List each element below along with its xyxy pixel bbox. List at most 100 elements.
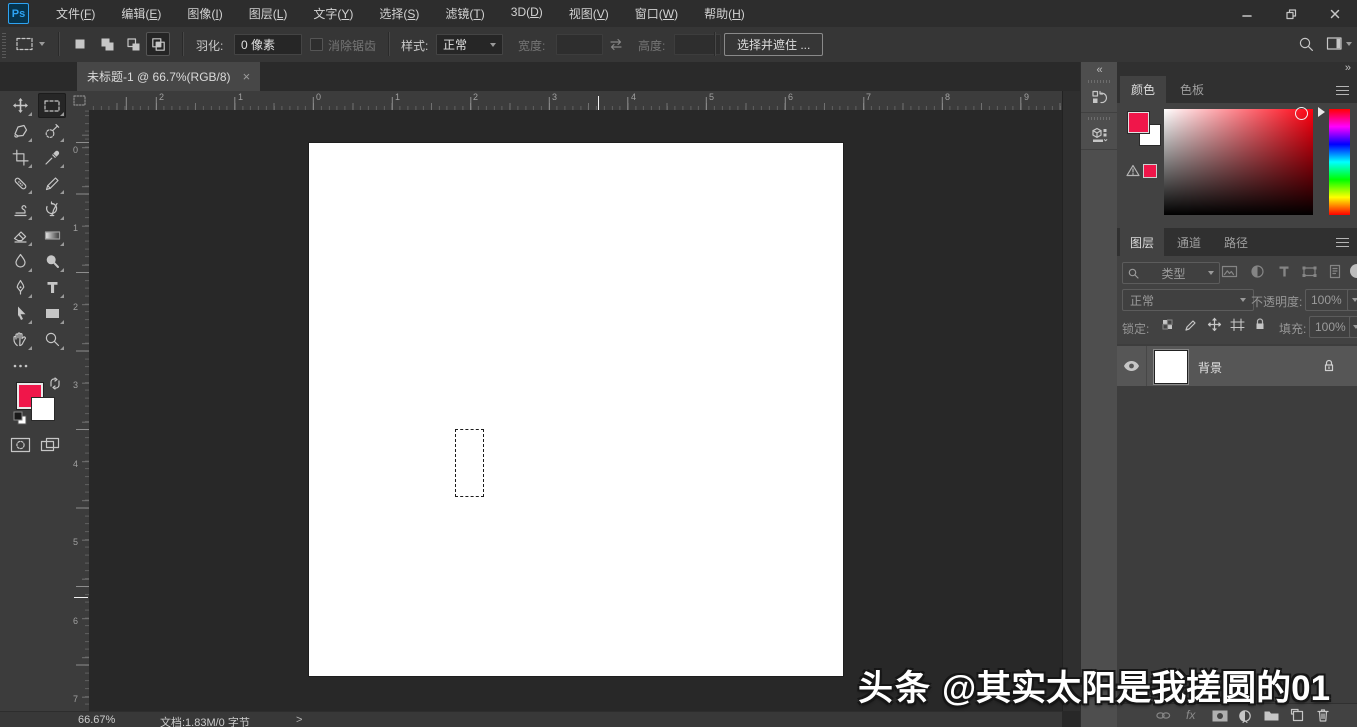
clone-stamp-tool-button[interactable] [6, 197, 34, 222]
quick-mask-mode-button[interactable] [10, 436, 31, 454]
lock-transparency-icon[interactable] [1161, 318, 1175, 332]
zoom-tool-button[interactable] [38, 327, 66, 352]
layer-row-background[interactable]: 背景 [1117, 346, 1357, 386]
panel-menu-icon[interactable] [1336, 86, 1349, 95]
vertical-ruler[interactable]: 0 1 2 3 4 5 6 7 [70, 110, 90, 711]
tab-channels[interactable]: 通道 [1167, 228, 1211, 256]
dock-grip-handle[interactable] [1088, 117, 1112, 120]
menu-window[interactable]: 窗口(W) [622, 0, 691, 27]
menu-file[interactable]: 文件(F) [43, 0, 108, 27]
eyedropper-tool-button[interactable] [38, 145, 66, 170]
filter-adjustment-layers-icon[interactable] [1250, 264, 1265, 279]
lock-position-icon[interactable] [1207, 317, 1222, 332]
hue-slider[interactable] [1329, 109, 1350, 215]
properties-3d-panel-icon[interactable] [1085, 122, 1114, 148]
add-layer-mask-icon[interactable] [1211, 709, 1229, 723]
menu-type[interactable]: 文字(Y) [300, 0, 366, 27]
filter-type-layers-icon[interactable] [1277, 264, 1291, 279]
foreground-color-well[interactable] [1127, 111, 1150, 134]
saturation-brightness-field[interactable] [1164, 107, 1313, 215]
lock-all-icon[interactable] [1253, 317, 1267, 331]
subtract-from-selection-mode-button[interactable] [121, 32, 145, 56]
spot-healing-brush-tool-button[interactable] [6, 171, 34, 196]
lock-pixels-icon[interactable] [1184, 318, 1198, 332]
horizontal-ruler[interactable]: 2 1 0 1 2 3 4 5 6 7 8 9 [89, 91, 1062, 111]
tab-swatches[interactable]: 色板 [1169, 76, 1215, 103]
menu-image[interactable]: 图像(I) [174, 0, 235, 27]
rectangle-shape-tool-button[interactable] [38, 301, 66, 326]
screen-mode-button[interactable] [40, 436, 62, 454]
width-input[interactable] [556, 34, 603, 55]
search-icon[interactable] [1298, 36, 1315, 53]
feather-input[interactable]: 0 像素 [234, 34, 302, 55]
add-to-selection-mode-button[interactable] [95, 32, 119, 56]
link-layers-icon[interactable] [1155, 710, 1172, 721]
gamut-color-chip[interactable] [1143, 164, 1157, 178]
layer-name[interactable]: 背景 [1198, 359, 1222, 376]
type-tool-button[interactable] [38, 275, 66, 300]
active-tool-preset[interactable] [15, 35, 45, 53]
new-adjustment-layer-icon[interactable] [1238, 709, 1252, 723]
dock-grip-handle[interactable] [1088, 80, 1112, 83]
options-grip-handle[interactable] [2, 31, 6, 58]
fill-dropdown-icon[interactable] [1349, 316, 1357, 338]
gradient-tool-button[interactable] [38, 223, 66, 248]
selection-marquee[interactable] [455, 429, 484, 497]
menu-edit[interactable]: 编辑(E) [108, 0, 174, 27]
rectangular-marquee-tool-button[interactable] [38, 93, 66, 118]
filter-pixel-layers-icon[interactable] [1221, 264, 1238, 279]
restore-icon[interactable] [1269, 0, 1313, 27]
move-tool-button[interactable] [6, 93, 34, 118]
gamut-warning-icon[interactable] [1126, 164, 1140, 177]
eraser-tool-button[interactable] [6, 223, 34, 248]
document-canvas[interactable] [309, 143, 843, 676]
hand-tool-button[interactable] [6, 327, 34, 352]
menu-filter[interactable]: 滤镜(T) [432, 0, 497, 27]
opacity-dropdown-icon[interactable] [1347, 289, 1357, 311]
layer-thumbnail[interactable] [1154, 350, 1188, 384]
panel-menu-icon[interactable] [1336, 238, 1349, 247]
pen-tool-button[interactable] [6, 275, 34, 300]
menu-3d[interactable]: 3D(D) [498, 0, 556, 27]
new-selection-mode-button[interactable] [68, 32, 92, 56]
status-chevron-icon[interactable]: > [296, 714, 302, 726]
select-and-mask-button[interactable]: 选择并遮住 ... [724, 33, 824, 56]
blend-mode-select[interactable]: 正常 [1122, 289, 1254, 311]
background-color-swatch[interactable] [31, 397, 55, 421]
tab-color[interactable]: 颜色 [1120, 76, 1166, 103]
close-icon[interactable] [1313, 0, 1357, 27]
lasso-tool-button[interactable] [6, 119, 34, 144]
menu-select[interactable]: 选择(S) [366, 0, 432, 27]
dodge-tool-button[interactable] [38, 249, 66, 274]
ps-logo-icon[interactable]: Ps [8, 3, 29, 24]
history-brush-tool-button[interactable] [38, 197, 66, 222]
layer-visibility-toggle[interactable] [1117, 346, 1147, 386]
intersect-selection-mode-button[interactable] [146, 32, 170, 56]
filter-shape-layers-icon[interactable] [1301, 264, 1318, 279]
expand-panels-icon[interactable]: » [1345, 62, 1351, 74]
vertical-scrollbar-track[interactable] [1062, 91, 1081, 711]
color-picker-ring[interactable] [1295, 107, 1308, 120]
layer-filter-select[interactable]: 类型 [1122, 262, 1220, 284]
brush-tool-button[interactable] [38, 171, 66, 196]
canvas-viewport[interactable] [89, 110, 1062, 711]
quick-selection-tool-button[interactable] [38, 119, 66, 144]
filter-smart-objects-icon[interactable] [1328, 264, 1342, 279]
document-size-info[interactable]: 文档:1.83M/0 字节 [160, 714, 250, 727]
filter-toggle-icon[interactable] [1350, 264, 1357, 278]
history-panel-icon[interactable] [1085, 85, 1114, 111]
ruler-origin-corner[interactable] [70, 91, 90, 111]
minimize-icon[interactable] [1225, 0, 1269, 27]
workspace-switcher-icon[interactable] [1326, 36, 1352, 51]
edit-toolbar-ellipsis-button[interactable] [6, 353, 34, 378]
crop-tool-button[interactable] [6, 145, 34, 170]
menu-help[interactable]: 帮助(H) [691, 0, 758, 27]
swap-colors-icon[interactable] [48, 377, 62, 390]
antialias-checkbox[interactable] [310, 38, 323, 51]
zoom-level[interactable]: 66.67% [78, 714, 115, 726]
default-colors-icon[interactable] [13, 411, 27, 430]
swap-dimensions-icon[interactable] [608, 38, 624, 51]
style-select[interactable]: 正常 [436, 34, 503, 55]
menu-view[interactable]: 视图(V) [556, 0, 622, 27]
path-selection-tool-button[interactable] [6, 301, 34, 326]
